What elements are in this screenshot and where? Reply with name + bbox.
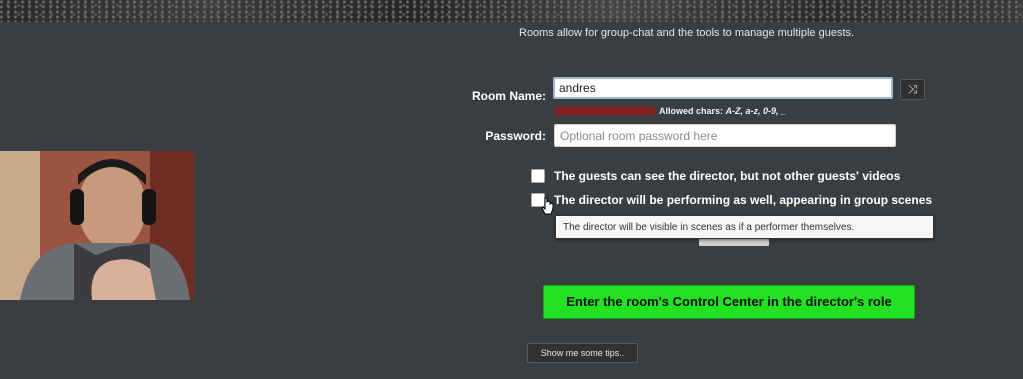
director-performing-label: The director will be performing as well,…: [554, 193, 933, 207]
option-director-performing[interactable]: The director will be performing as well,…: [531, 193, 932, 207]
webcam-video-preview: [0, 151, 194, 300]
option-guests-see-director[interactable]: The guests can see the director, but not…: [531, 169, 900, 183]
guests-see-director-checkbox[interactable]: [531, 169, 545, 183]
header-texture-banner: [0, 0, 1023, 22]
shuffle-icon: ⤨: [907, 82, 918, 96]
show-tips-button[interactable]: Show me some tips..: [527, 343, 638, 363]
allowed-chars-prefix: Allowed chars:: [659, 106, 724, 116]
webcam-person-image: [0, 151, 194, 300]
password-label: Password:: [485, 129, 546, 143]
intro-text: Rooms allow for group-chat and the tools…: [519, 27, 855, 39]
allowed-chars-hint: Allowed chars: A-Z, a-z, 0-9, _: [659, 106, 786, 116]
mouse-cursor-icon: [541, 197, 554, 215]
room-name-input[interactable]: [553, 77, 893, 99]
room-name-warning: [555, 107, 655, 115]
director-performing-tooltip: The director will be visible in scenes a…: [555, 215, 934, 239]
randomize-room-name-button[interactable]: ⤨: [900, 79, 925, 100]
room-name-label: Room Name:: [471, 89, 546, 103]
allowed-chars-list: A-Z, a-z, 0-9, _: [725, 106, 787, 116]
enter-control-center-button[interactable]: Enter the room's Control Center in the d…: [543, 285, 915, 319]
guests-see-director-label: The guests can see the director, but not…: [554, 169, 901, 183]
password-input[interactable]: [554, 124, 896, 147]
